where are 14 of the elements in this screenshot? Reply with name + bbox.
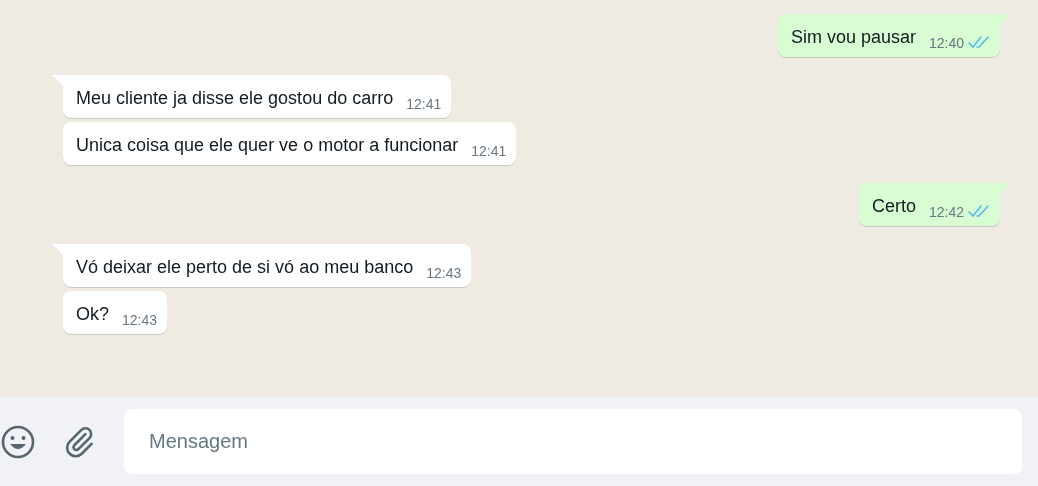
message-time: 12:43 (426, 265, 462, 281)
message-text: Vó deixar ele perto de si vó ao meu banco (76, 256, 414, 279)
message-text: Certo (871, 195, 916, 218)
message-time: 12:43 (122, 312, 158, 328)
message-text: Ok? (76, 303, 109, 326)
message-time: 12:41 (471, 143, 507, 159)
emoji-icon[interactable] (0, 423, 36, 460)
message-time: 12:42 (928, 204, 964, 220)
message-text: Meu cliente ja disse ele gostou do carro (76, 87, 394, 110)
message-time: 12:41 (406, 96, 442, 112)
message-input[interactable]: Mensagem (124, 409, 1022, 474)
message-text: Unica coisa que ele quer ve o motor a funcionar (76, 134, 459, 157)
message-text: Sim vou pausar (790, 26, 916, 49)
message-time: 12:40 (928, 35, 964, 51)
